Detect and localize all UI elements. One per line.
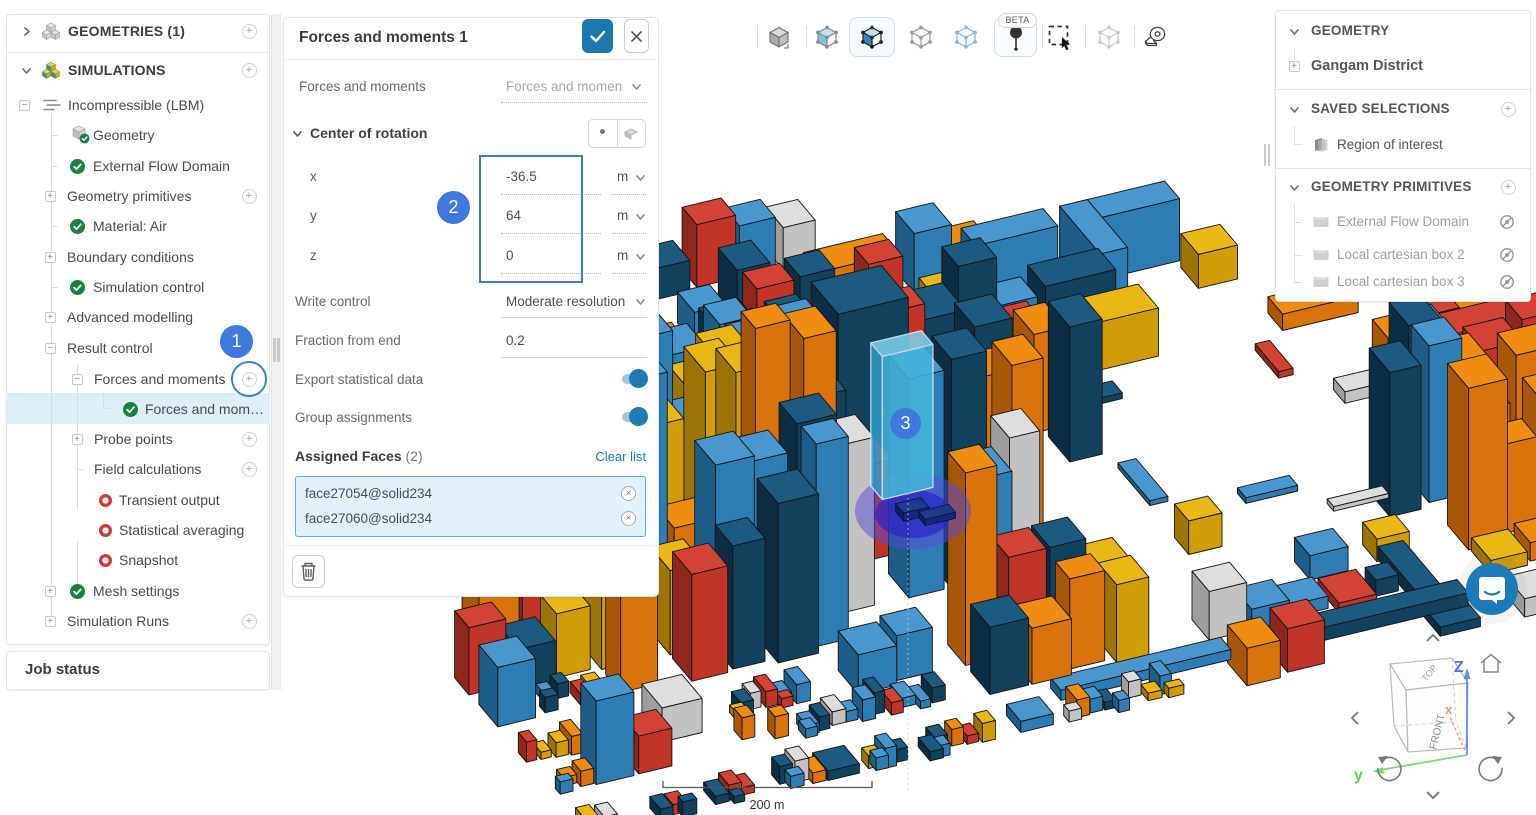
svg-text:200 m: 200 m [750, 798, 785, 812]
svg-text:x: x [1445, 702, 1453, 717]
svg-text:Z: Z [1454, 659, 1464, 676]
svg-text:y: y [1354, 767, 1363, 784]
